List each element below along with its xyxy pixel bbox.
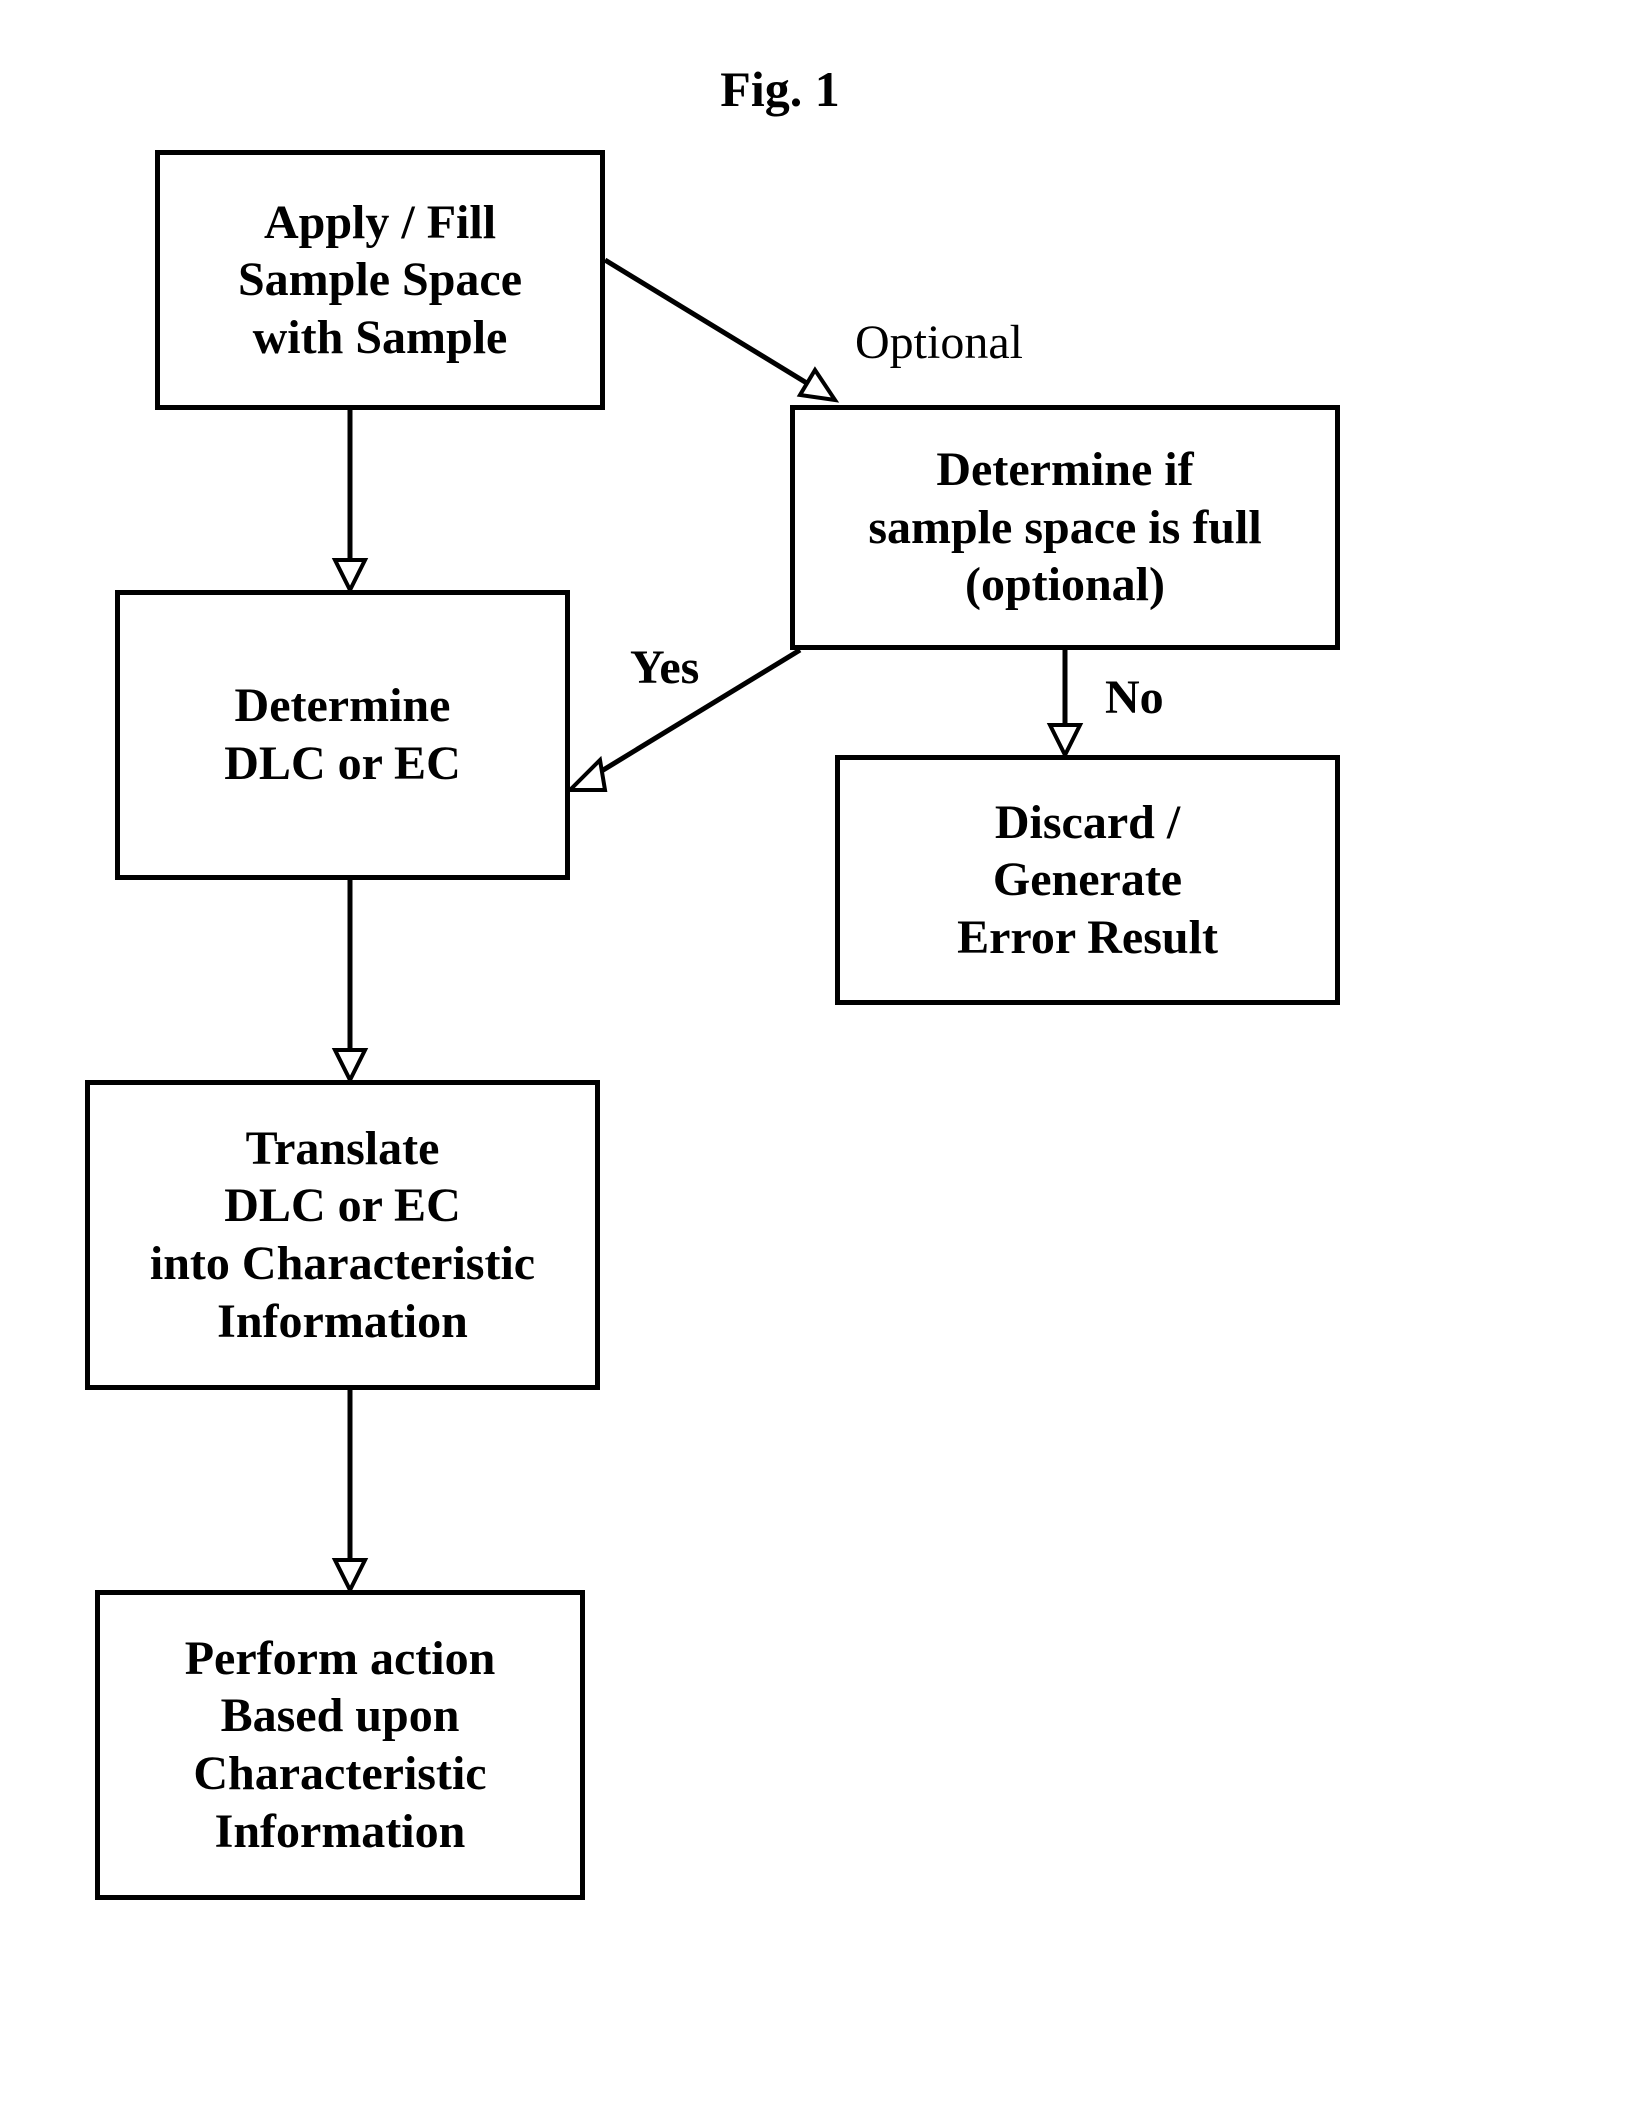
node-perform-line3: Characteristic: [193, 1745, 486, 1803]
node-perform-line1: Perform action: [185, 1630, 496, 1688]
node-apply-line1: Apply / Fill: [264, 194, 496, 252]
node-translate-line4: Information: [217, 1293, 468, 1351]
node-determine-line2: DLC or EC: [224, 735, 460, 793]
figure-title: Fig. 1: [680, 60, 880, 118]
node-translate-line1: Translate: [246, 1120, 440, 1178]
node-perform-line4: Information: [215, 1803, 466, 1861]
label-optional: Optional: [855, 315, 1023, 370]
node-check-line2: sample space is full: [868, 499, 1261, 557]
node-translate: Translate DLC or EC into Characteristic …: [85, 1080, 600, 1390]
node-apply: Apply / Fill Sample Space with Sample: [155, 150, 605, 410]
node-discard-line3: Error Result: [957, 909, 1218, 967]
node-determine-dlc: Determine DLC or EC: [115, 590, 570, 880]
node-discard-line2: Generate: [993, 851, 1182, 909]
node-apply-line3: with Sample: [253, 309, 508, 367]
node-translate-line3: into Characteristic: [150, 1235, 535, 1293]
node-perform: Perform action Based upon Characteristic…: [95, 1590, 585, 1900]
node-determine-line1: Determine: [235, 677, 451, 735]
node-discard-line1: Discard /: [995, 794, 1180, 852]
node-check-line1: Determine if: [936, 441, 1193, 499]
node-apply-line2: Sample Space: [238, 251, 522, 309]
node-check-full: Determine if sample space is full (optio…: [790, 405, 1340, 650]
node-translate-line2: DLC or EC: [224, 1177, 460, 1235]
node-perform-line2: Based upon: [221, 1687, 460, 1745]
label-yes: Yes: [630, 640, 699, 695]
node-check-line3: (optional): [965, 556, 1165, 614]
label-no: No: [1105, 670, 1164, 725]
node-discard: Discard / Generate Error Result: [835, 755, 1340, 1005]
